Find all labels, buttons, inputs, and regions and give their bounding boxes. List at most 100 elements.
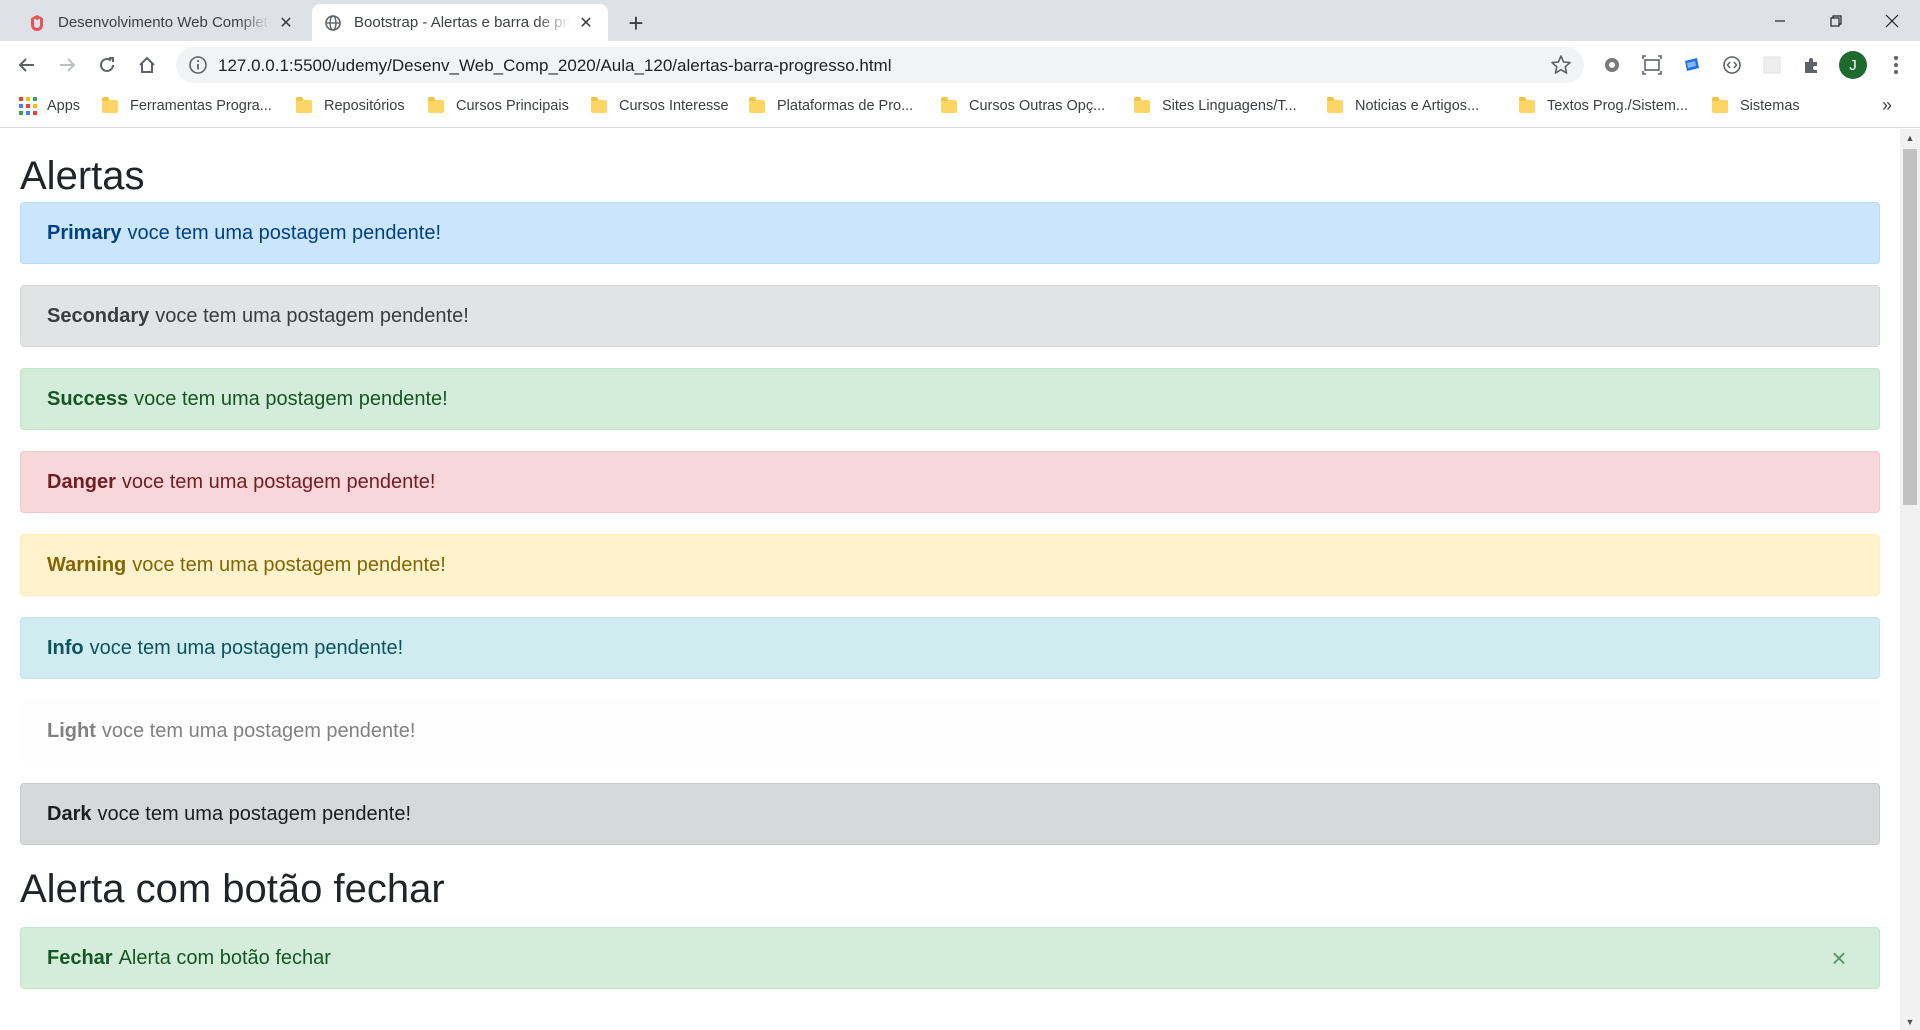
info-icon[interactable] (188, 55, 208, 75)
minimize-window-button[interactable] (1752, 0, 1808, 41)
bookmark-folder[interactable]: Sites Linguagens/T... (1134, 88, 1297, 124)
bookmark-label: Noticias e Artigos... (1355, 98, 1480, 114)
tab-title: Desenvolvimento Web Completo (58, 14, 270, 31)
alert-strong: Secondary (47, 304, 150, 327)
alert-strong: Info (47, 636, 84, 659)
folder-icon (1327, 96, 1343, 113)
extension-blue-icon[interactable] (1680, 53, 1704, 77)
folder-icon (102, 96, 118, 113)
tab-title: Bootstrap - Alertas e barra de progresso (354, 14, 570, 31)
folder-icon (296, 96, 312, 113)
alert-text: voce tem uma postagem pendente! (132, 553, 446, 576)
bookmarks-bar: Apps Ferramentas Progra... Repositórios … (0, 88, 1920, 128)
alert-strong: Danger (47, 470, 116, 493)
bookmarks-overflow-button[interactable]: » (1882, 95, 1892, 116)
alert-text: voce tem uma postagem pendente! (155, 304, 469, 327)
back-button[interactable] (11, 49, 43, 81)
alert-text: voce tem uma postagem pendente! (97, 802, 412, 825)
browser-toolbar: 127.0.0.1:5500/udemy/Desenv_Web_Comp_202… (0, 41, 1920, 88)
folder-icon (1712, 96, 1728, 113)
bookmark-folder[interactable]: Repositórios (296, 88, 405, 124)
alert-text: voce tem uma postagem pendente! (121, 470, 436, 493)
alert-danger: Danger voce tem uma postagem pendente! (20, 451, 1880, 513)
alert-dismissible: Fechar Alerta com botão fechar × (20, 927, 1880, 989)
tab-strip: Desenvolvimento Web Completo ✕ Bootstrap… (0, 0, 1920, 41)
reload-button[interactable] (91, 49, 123, 81)
page-viewport: Alertas Primary voce tem uma postagem pen… (0, 129, 1920, 1030)
restore-icon (1830, 14, 1842, 27)
folder-icon (749, 96, 765, 113)
folder-icon (1519, 96, 1535, 113)
forward-button[interactable] (51, 49, 83, 81)
alert-secondary: Secondary voce tem uma postagem pendente! (20, 285, 1880, 347)
folder-icon (428, 96, 444, 113)
arrow-left-icon (18, 58, 34, 72)
puzzle-extensions-icon[interactable] (1800, 53, 1824, 77)
close-window-button[interactable] (1864, 0, 1920, 41)
home-icon (139, 56, 155, 73)
folder-icon (941, 96, 957, 113)
arrow-right-icon (60, 58, 76, 72)
close-tab-icon[interactable]: ✕ (576, 13, 596, 33)
bookmark-label: Ferramentas Progra... (130, 98, 272, 114)
bookmark-folder[interactable]: Plataformas de Pro... (749, 88, 913, 124)
minimize-icon (1775, 19, 1785, 22)
alert-light: Light voce tem uma postagem pendente! (20, 700, 1880, 762)
udemy-icon (28, 14, 46, 32)
bookmark-folder[interactable]: Textos Prog./Sistem... (1519, 88, 1688, 124)
alert-warning: Warning voce tem uma postagem pendente! (20, 534, 1880, 596)
bookmark-folder[interactable]: Cursos Outras Opç... (941, 88, 1105, 124)
heading-alerta-fechar: Alerta com botão fechar (20, 867, 445, 911)
scroll-down-arrow-icon[interactable]: ▼ (1900, 1013, 1920, 1030)
close-icon (1885, 14, 1899, 27)
alert-strong: Fechar (47, 946, 113, 969)
bookmark-label: Cursos Interesse (619, 98, 729, 114)
extension-gear-icon[interactable] (1600, 53, 1624, 77)
bookmark-folder[interactable]: Sistemas (1712, 88, 1800, 124)
url-text[interactable]: 127.0.0.1:5500/udemy/Desenv_Web_Comp_202… (218, 56, 891, 76)
close-alert-button[interactable]: × (1827, 945, 1851, 971)
bookmark-label: Textos Prog./Sistem... (1547, 98, 1689, 114)
scroll-up-arrow-icon[interactable]: ▲ (1900, 129, 1920, 146)
new-tab-button[interactable]: + (622, 8, 650, 38)
restore-window-button[interactable] (1808, 0, 1864, 41)
bookmark-folder[interactable]: Cursos Interesse (591, 88, 729, 124)
apps-grid-icon (19, 97, 37, 115)
alert-strong: Success (47, 387, 129, 410)
bookmark-label: Plataformas de Pro... (777, 98, 914, 114)
bookmark-folder[interactable]: Noticias e Artigos... (1327, 88, 1479, 124)
heading-alertas: Alertas (20, 154, 145, 198)
profile-avatar[interactable]: J (1839, 51, 1867, 79)
alert-strong: Warning (47, 553, 127, 576)
bookmark-label: Cursos Principais (456, 98, 569, 114)
vertical-scrollbar[interactable]: ▲ ▼ (1900, 129, 1920, 1030)
bookmark-star-icon[interactable] (1550, 54, 1572, 76)
extension-placeholder-icon[interactable] (1760, 53, 1784, 77)
alert-info: Info voce tem uma postagem pendente! (20, 617, 1880, 679)
menu-kebab-icon[interactable] (1884, 53, 1908, 77)
scrollbar-thumb[interactable] (1903, 149, 1917, 505)
folder-icon (591, 96, 607, 113)
bookmark-apps[interactable]: Apps (19, 88, 80, 124)
bookmark-folder[interactable]: Ferramentas Progra... (102, 88, 272, 124)
alert-strong: Primary (47, 221, 122, 244)
address-bar[interactable]: 127.0.0.1:5500/udemy/Desenv_Web_Comp_202… (176, 47, 1584, 83)
page-container: Alertas Primary voce tem uma postagem pen… (20, 129, 1880, 989)
tab-desenvolvimento-web[interactable]: Desenvolvimento Web Completo ✕ (16, 4, 308, 41)
alert-strong: Light (47, 719, 96, 742)
close-tab-icon[interactable]: ✕ (276, 13, 296, 33)
folder-icon (1134, 96, 1150, 113)
bookmark-label: Sites Linguagens/T... (1162, 98, 1297, 114)
bookmark-folder[interactable]: Cursos Principais (428, 88, 569, 124)
reload-icon (100, 57, 114, 72)
home-button[interactable] (131, 49, 163, 81)
alert-dark: Dark voce tem uma postagem pendente! (20, 783, 1880, 845)
alert-text: voce tem uma postagem pendente! (89, 636, 404, 659)
bookmark-label: Repositórios (324, 98, 405, 114)
bookmark-label: Apps (47, 98, 81, 114)
screen-capture-icon[interactable] (1640, 53, 1664, 77)
alert-text: voce tem uma postagem pendente! (127, 221, 442, 244)
alert-text: Alerta com botão fechar (118, 946, 331, 969)
code-extension-icon[interactable] (1720, 53, 1744, 77)
tab-bootstrap-alertas[interactable]: Bootstrap - Alertas e barra de progresso… (312, 4, 608, 41)
